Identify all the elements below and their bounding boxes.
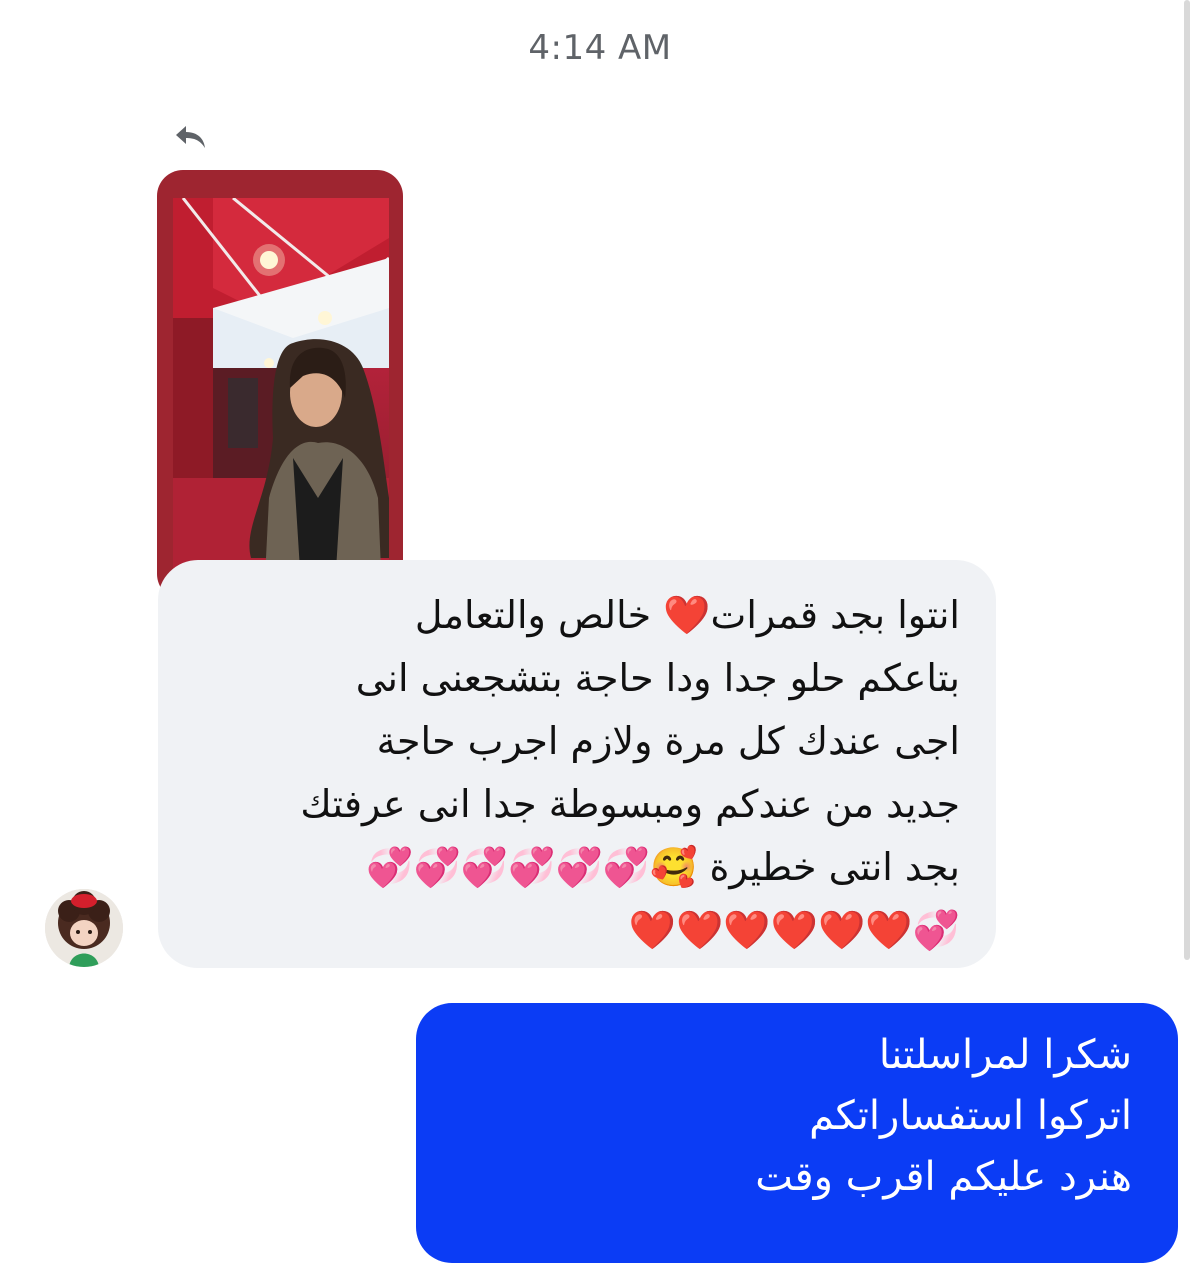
- story-reply-card[interactable]: [157, 170, 403, 600]
- scrollbar[interactable]: [1184, 0, 1190, 960]
- message-line: اجى عندك كل مرة ولازم اجرب حاجة: [376, 719, 960, 763]
- reply-arrow-icon: [176, 126, 205, 148]
- message-line: انتوا بجد قمرات❤️ خالص والتعامل: [414, 593, 960, 637]
- message-line: اتركوا استفساراتكم: [809, 1093, 1132, 1139]
- message-line: هنرد عليكم اقرب وقت: [755, 1154, 1132, 1200]
- sender-avatar[interactable]: [45, 889, 123, 967]
- message-timestamp: 4:14 AM: [528, 28, 672, 68]
- outgoing-message-bubble[interactable]: شكرا لمراسلتنا اتركوا استفساراتكم هنرد ع…: [416, 1003, 1178, 1263]
- incoming-message-bubble[interactable]: انتوا بجد قمرات❤️ خالص والتعامل بتاعكم ح…: [158, 560, 996, 968]
- avatar-illustration: [45, 889, 123, 967]
- story-photo[interactable]: [173, 198, 389, 600]
- message-line: شكرا لمراسلتنا: [878, 1032, 1132, 1078]
- message-line: بتاعكم حلو جدا ودا حاجة بتشجعنى انى: [355, 656, 960, 700]
- story-photo-illustration: [173, 198, 389, 600]
- message-line: 💞❤️❤️❤️❤️❤️❤️: [628, 908, 960, 952]
- message-line: بجد انتى خطيرة 🥰💞💞💞💞💞💞: [366, 845, 960, 889]
- message-line: جديد من عندكم ومبسوطة جدا انى عرفتك: [300, 782, 960, 826]
